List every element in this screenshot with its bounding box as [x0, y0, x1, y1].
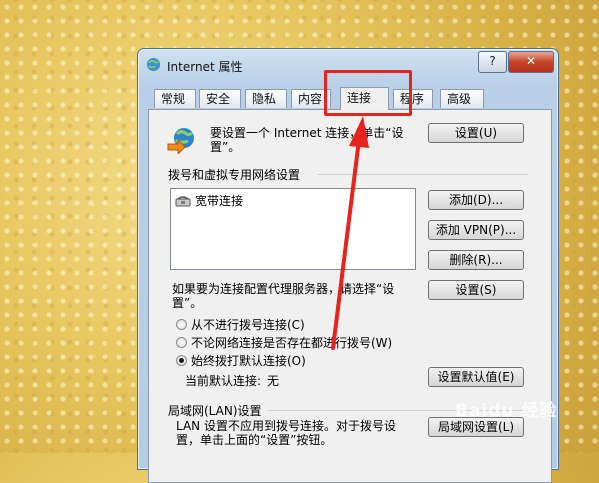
close-button[interactable]: ✕	[508, 51, 554, 73]
intro-text: 要设置一个 Internet 连接，单击“设置”。	[210, 126, 404, 154]
list-item[interactable]: 宽带连接	[175, 192, 243, 209]
dialup-connection-icon	[175, 195, 191, 206]
radio-button[interactable]	[176, 337, 187, 348]
connections-listbox[interactable]: 宽带连接	[170, 188, 416, 270]
connection-name: 宽带连接	[195, 194, 244, 208]
radio-label: 从不进行拨号连接(C)	[191, 318, 305, 332]
connection-settings-button[interactable]: 设置(S)	[428, 280, 524, 300]
tab-general[interactable]: 常规	[154, 89, 196, 108]
radio-label: 始终拨打默认连接(O)	[191, 354, 306, 368]
help-button[interactable]: ?	[478, 51, 507, 73]
default-connection-label: 当前默认连接:	[185, 374, 262, 388]
dialup-section-title: 拨号和虚拟专用网络设置	[168, 168, 301, 182]
add-vpn-button[interactable]: 添加 VPN(P)...	[428, 220, 524, 240]
radio-button[interactable]	[176, 319, 187, 330]
watermark-text: Baidu 经验	[455, 401, 558, 421]
lan-info-text: LAN 设置不应用到拨号连接。对于拨号设置，单击上面的“设置”按钮。	[176, 419, 396, 447]
set-default-button[interactable]: 设置默认值(E)	[428, 367, 524, 387]
proxy-info-text: 如果要为连接配置代理服务器，请选择“设置”。	[172, 282, 395, 310]
radio-dial-when-no-network[interactable]: 不论网络连接是否存在都进行拨号(W)	[176, 334, 392, 351]
radio-never-dial[interactable]: 从不进行拨号连接(C)	[176, 316, 305, 333]
window-title: Internet 属性	[167, 60, 243, 74]
default-connection-value: 无	[267, 374, 280, 388]
globe-connection-icon	[167, 128, 194, 154]
default-connection-row: 当前默认连接: 无	[185, 372, 279, 389]
lan-section-title: 局域网(LAN)设置	[168, 404, 262, 418]
radio-always-dial-default[interactable]: 始终拨打默认连接(O)	[176, 352, 306, 369]
remove-button[interactable]: 删除(R)...	[428, 250, 524, 270]
radio-label: 不论网络连接是否存在都进行拨号(W)	[191, 336, 393, 350]
internet-options-icon	[146, 57, 161, 72]
dialup-divider	[318, 174, 528, 175]
tab-security[interactable]: 安全	[199, 89, 241, 108]
tab-advanced[interactable]: 高级	[440, 89, 484, 108]
radio-button-selected[interactable]	[176, 355, 187, 366]
setup-button[interactable]: 设置(U)	[428, 123, 524, 143]
tab-connections[interactable]: 连接	[340, 87, 389, 110]
tab-privacy[interactable]: 隐私	[245, 89, 287, 108]
add-button[interactable]: 添加(D)...	[428, 190, 524, 210]
